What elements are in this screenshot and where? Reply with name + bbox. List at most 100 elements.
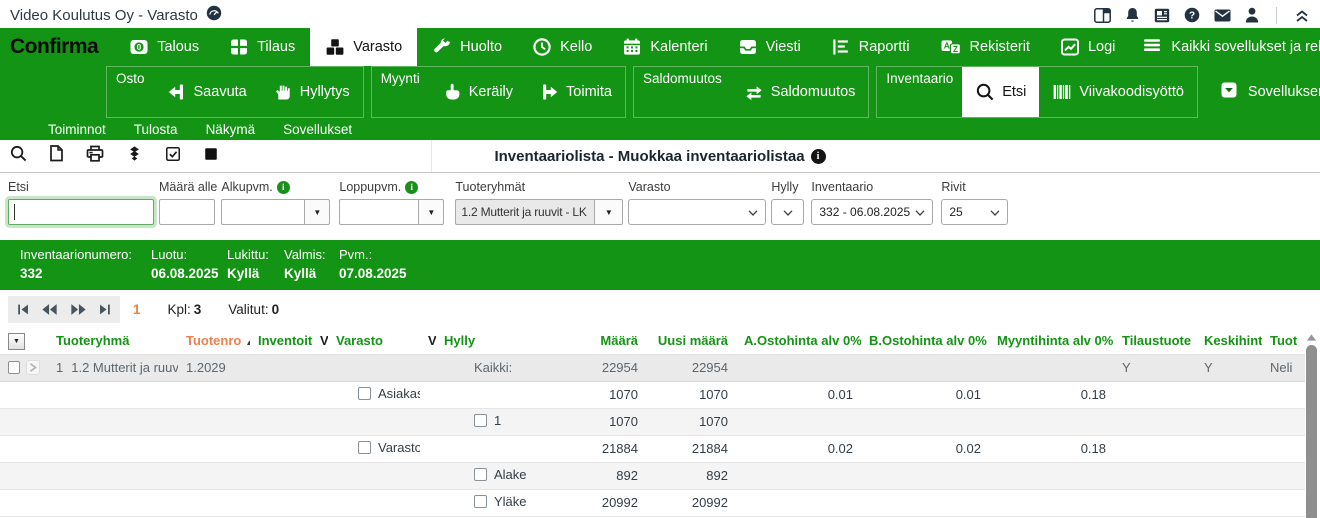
confirma-logo[interactable]: Confirma [0,28,114,66]
menu-tulosta[interactable]: Tulosta [134,122,178,137]
row-checkbox[interactable] [474,414,487,427]
alkupvm-dropdown-button[interactable]: ▼ [304,199,330,225]
info-icon[interactable]: i [277,181,290,194]
col-header-tuot[interactable]: Tuot [1262,328,1306,354]
new-document-icon[interactable] [49,145,64,167]
help-icon[interactable]: ? [1184,7,1200,23]
gauge-icon[interactable] [206,5,222,26]
table-row-5[interactable]: Yläkerta2099220992 [0,489,1306,516]
search-icon[interactable] [10,145,27,167]
first-page-button[interactable] [17,303,30,316]
rivit-select[interactable]: 25 [941,199,1008,225]
table-row-0[interactable]: 11.2 Mutterit ja ruuvit1.2029Kaikki:2295… [0,354,1306,381]
tab-kalenteri[interactable]: Kalenteri [607,28,722,66]
window-icon[interactable] [1094,8,1111,23]
tab-kello[interactable]: Kello [517,28,607,66]
cell-maara: 20992 [526,489,646,516]
alkupvm-input[interactable] [221,199,304,225]
expand-row-icon[interactable] [26,360,40,375]
stop-square-icon[interactable] [203,146,219,167]
filter-tuoteryhmat: Tuoteryhmät1.2 Mutterit ja ruuvit - LK▼ [455,180,623,232]
subnav-item-keraily[interactable]: Keräily [429,67,526,117]
next-page-button[interactable] [70,303,87,316]
row-checkbox[interactable] [474,468,487,481]
loppupvm-input[interactable] [339,199,418,225]
tuoteryhmat-input[interactable]: 1.2 Mutterit ja ruuvit - LK [455,199,594,225]
tab-talous[interactable]: 0Talous [114,28,214,66]
menu-sovellukset[interactable]: Sovellukset [283,122,352,137]
tab-logi[interactable]: Logi [1045,28,1130,66]
loppupvm-dropdown-button[interactable]: ▼ [418,199,444,225]
row-checkbox[interactable] [474,495,487,508]
menu-toiminnot[interactable]: Toiminnot [48,122,106,137]
col-header-keskihinta[interactable]: Keskihinta [1196,328,1262,354]
print-icon[interactable] [86,145,104,167]
col-header-tuoteryhma[interactable]: Tuoteryhmä [48,328,178,354]
tab-viesti[interactable]: Viesti [723,28,816,66]
col-header-v2[interactable]: V [420,328,436,354]
subnav-item-saavuta[interactable]: Saavuta [154,67,260,117]
col-header-tuotenro[interactable]: Tuotenro▲ [178,328,250,354]
subnav-item-toimita[interactable]: Toimita [526,67,625,117]
subnav-item-etsi[interactable]: Etsi [962,67,1039,117]
checkbox-icon[interactable] [165,146,181,167]
subnav-item-hyllytys[interactable]: Hyllytys [260,67,363,117]
col-header-b_ostohinta[interactable]: B.Ostohinta alv 0% [861,328,989,354]
select-value: 332 - 06.08.2025 [819,205,910,219]
table-row-2[interactable]: 110701070 [0,408,1306,435]
tab-raportti[interactable]: Raportti [816,28,925,66]
cell-v1 [312,381,328,408]
all-apps-button[interactable]: Kaikki sovellukset ja rekisterit [1130,28,1320,66]
app-extra-actions-button[interactable]: Sovelluksen lisätoiminnot [1205,66,1320,118]
cell-sel [0,408,48,435]
hylly-select[interactable] [771,199,804,225]
filter-label: Etsi [8,180,154,194]
row-checkbox[interactable] [358,387,371,400]
vertical-scrollbar[interactable] [1305,330,1318,518]
subnav-item-viivakoodisyotto[interactable]: Viivakoodisyöttö [1039,67,1197,117]
col-header-maara[interactable]: Määrä [526,328,646,354]
table-row-1[interactable]: Asiakastoimitus107010700.010.010.18 [0,381,1306,408]
tab-label: Varasto [353,39,402,55]
col-header-hylly[interactable]: Hylly [436,328,526,354]
prev-page-button[interactable] [41,303,58,316]
scroll-up-arrow[interactable] [1305,330,1318,344]
varasto-select[interactable] [628,199,766,225]
inventaario-select[interactable]: 332 - 06.08.2025 [811,199,933,225]
current-page[interactable]: 1 [133,302,141,317]
scrollbar-thumb[interactable] [1306,345,1317,518]
row-checkbox[interactable] [358,441,371,454]
tab-huolto[interactable]: Huolto [417,28,517,66]
col-header-uusi_maara[interactable]: Uusi määrä [646,328,736,354]
menu-n-kym-[interactable]: Näkymä [206,122,256,137]
last-page-button[interactable] [98,303,111,316]
cell-tuot: Neli [1262,354,1306,381]
table-row-4[interactable]: Alakerta892892 [0,462,1306,489]
user-icon[interactable] [1245,7,1259,23]
bell-icon[interactable] [1125,7,1140,24]
col-header-v1[interactable]: V [312,328,328,354]
merge-diamonds-icon[interactable] [126,145,143,167]
mail-icon[interactable] [1214,9,1231,22]
tab-rekisterit[interactable]: AZRekisterit [925,28,1045,66]
row-checkbox[interactable] [8,361,20,374]
etsi-input[interactable] [8,199,154,225]
table-body: 11.2 Mutterit ja ruuvit1.2029Kaikki:2295… [0,354,1306,516]
col-header-a_ostohinta[interactable]: A.Ostohinta alv 0% [736,328,861,354]
tab-tilaus[interactable]: Tilaus [214,28,310,66]
tuoteryhmat-dropdown-button[interactable]: ▼ [594,199,623,225]
col-header-myyntihinta[interactable]: Myyntihinta alv 0% [989,328,1114,354]
table-row-3[interactable]: Varasto21884218840.020.020.18 [0,435,1306,462]
col-header-inventoitu[interactable]: Inventoitu [250,328,312,354]
news-icon[interactable] [1154,8,1170,23]
cell-b_ostohinta: 0.02 [861,435,989,462]
info-icon[interactable]: i [405,181,418,194]
select-all-dropdown-button[interactable]: ▼ [8,333,25,350]
col-header-sel[interactable]: ▼ [0,328,48,354]
subnav-item-saldomuutos[interactable]: Saldomuutos [731,67,869,117]
col-header-tilaustuote[interactable]: Tilaustuote [1114,328,1196,354]
tab-varasto[interactable]: Varasto [310,28,417,66]
col-header-varasto[interactable]: Varasto [328,328,420,354]
maara_alle-input[interactable] [159,199,215,225]
collapse-chevrons-icon[interactable] [1294,8,1310,23]
